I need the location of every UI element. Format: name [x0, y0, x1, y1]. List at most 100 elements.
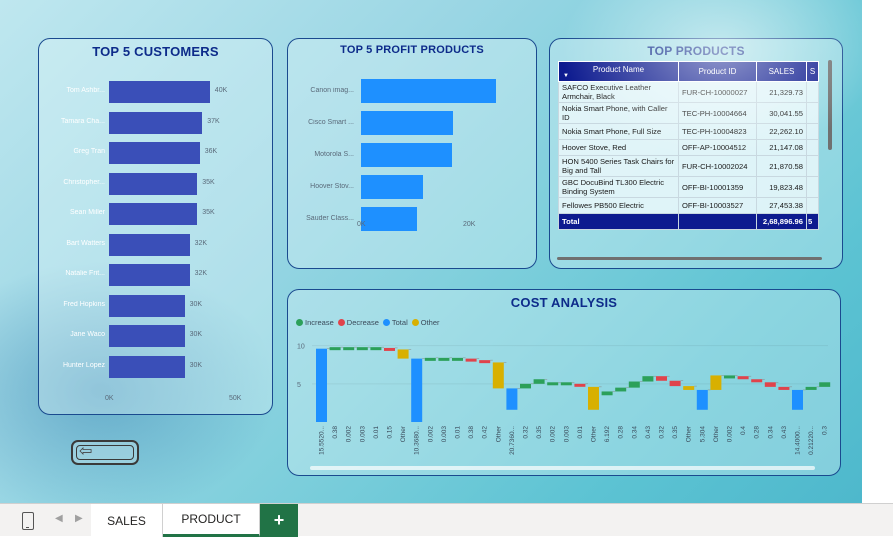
waterfall-bar[interactable]	[411, 358, 423, 422]
x-tick-label: 0.28	[754, 426, 761, 439]
col-header-sales[interactable]: SALES	[756, 61, 807, 82]
waterfall-bar[interactable]	[792, 389, 803, 410]
tab-sales[interactable]: SALES	[91, 504, 163, 537]
x-tick-label: 0.38	[332, 426, 339, 439]
waterfall-bar[interactable]	[424, 357, 436, 361]
back-button[interactable]: ⇦	[71, 440, 139, 465]
x-tick-label: 0.4	[740, 426, 747, 435]
x-tick-label: 0.35	[536, 426, 543, 439]
customer-bar[interactable]	[109, 203, 198, 225]
mobile-layout-icon[interactable]	[22, 512, 34, 530]
waterfall-bar[interactable]	[710, 375, 722, 390]
waterfall-bar[interactable]	[356, 347, 368, 351]
waterfall-bar[interactable]	[588, 386, 599, 410]
sales-cell: 19,823.48	[756, 176, 807, 198]
table-row[interactable]: Fellowes PB500 Electric OFF-BI-10003527 27…	[558, 197, 819, 214]
profit-bar[interactable]	[361, 143, 452, 167]
table-total-row: Total 2,68,896.96 5	[558, 213, 819, 230]
waterfall-bar[interactable]	[547, 382, 559, 386]
customer-bar[interactable]	[109, 81, 210, 103]
waterfall-bar[interactable]	[778, 386, 790, 390]
customer-bar[interactable]	[109, 325, 185, 347]
waterfall-bar[interactable]	[751, 379, 763, 383]
customer-bar[interactable]	[109, 142, 200, 164]
next-page-icon[interactable]: ▶	[75, 513, 83, 524]
tab-product[interactable]: PRODUCT	[163, 504, 260, 537]
table-vertical-scrollbar[interactable]	[828, 60, 832, 150]
waterfall-bar[interactable]	[452, 357, 463, 361]
customer-bar[interactable]	[109, 111, 203, 134]
profit-bar[interactable]	[361, 207, 418, 231]
col-header-extra[interactable]: S	[806, 61, 819, 82]
product-name-cell: GBC DocuBind TL300 Electric Binding Syst…	[558, 176, 679, 198]
customer-bar[interactable]	[109, 264, 190, 286]
waterfall-bar[interactable]	[438, 357, 450, 361]
waterfall-bar[interactable]	[492, 362, 504, 389]
product-id-cell: OFF-BI-10001359	[678, 176, 757, 198]
table-header-row: Product Name ▼ Product ID SALES S	[558, 61, 819, 82]
page-tab-bar: ◀ ▶ SALES PRODUCT +	[0, 503, 893, 537]
customer-value-label: 35K	[202, 178, 215, 186]
x-tick-label: 0.21220...	[808, 426, 815, 455]
waterfall-bar[interactable]	[669, 380, 681, 387]
report-canvas: TOP 5 CUSTOMERS Tom Ashbr... 40K Tamara Ch…	[0, 0, 862, 503]
extra-cell	[806, 81, 819, 103]
sales-cell: 21,870.58	[756, 155, 807, 177]
waterfall-bar[interactable]	[316, 348, 327, 422]
customer-name: Tamara Cha...	[61, 117, 105, 125]
profit-bar[interactable]	[361, 111, 454, 135]
col-header-product-id[interactable]: Product ID	[678, 61, 757, 82]
top-profit-title: TOP 5 PROFIT PRODUCTS	[340, 44, 484, 56]
table-row[interactable]: Hoover Stove, Red OFF-AP-10004512 21,147.0…	[558, 139, 819, 156]
waterfall-bar[interactable]	[384, 347, 395, 351]
waterfall-bar[interactable]	[642, 376, 654, 382]
customer-bar[interactable]	[109, 355, 185, 378]
waterfall-bar[interactable]	[370, 347, 382, 351]
total-extra: 5	[806, 213, 819, 230]
table-row[interactable]: Nokia Smart Phone, with Caller ID TEC-PH-…	[558, 102, 819, 124]
waterfall-bar[interactable]	[819, 382, 831, 387]
customer-bar[interactable]	[109, 233, 190, 256]
prev-page-icon[interactable]: ◀	[55, 513, 63, 524]
waterfall-bar[interactable]	[601, 391, 613, 396]
waterfall-bar[interactable]	[656, 376, 667, 381]
waterfall-bar[interactable]	[533, 379, 545, 384]
table-row[interactable]: SAFCO Executive Leather Armchair, Black F…	[558, 81, 819, 103]
waterfall-bar[interactable]	[696, 389, 708, 410]
waterfall-bar[interactable]	[805, 386, 817, 390]
add-page-button[interactable]: +	[260, 504, 298, 537]
waterfall-bar[interactable]	[329, 347, 341, 351]
profit-bar[interactable]	[361, 175, 424, 199]
waterfall-bar[interactable]	[397, 349, 409, 359]
customer-bar[interactable]	[109, 294, 185, 317]
table-horizontal-scrollbar[interactable]	[557, 257, 822, 260]
table-row[interactable]: Nokia Smart Phone, Full Size TEC-PH-10004…	[558, 123, 819, 140]
x-tick-label: 0.01	[373, 426, 380, 439]
waterfall-bar[interactable]	[764, 382, 776, 387]
customer-name: Hunter Lopez	[62, 361, 105, 369]
profit-bar[interactable]	[361, 79, 496, 103]
waterfall-bar[interactable]	[574, 383, 586, 387]
table-row[interactable]: HON 5400 Series Task Chairs for Big and …	[558, 155, 819, 177]
x-tick-label: 0.15	[387, 426, 394, 439]
table-row[interactable]: GBC DocuBind TL300 Electric Binding Syst…	[558, 176, 819, 198]
waterfall-bar[interactable]	[683, 386, 695, 390]
waterfall-bar[interactable]	[628, 381, 640, 388]
waterfall-bar[interactable]	[343, 347, 355, 351]
waterfall-bar[interactable]	[506, 388, 518, 410]
waterfall-bar[interactable]	[724, 375, 735, 379]
product-id-cell: TEC-PH-10004664	[678, 102, 757, 124]
x-tick-label: 0.43	[645, 426, 652, 439]
customer-value-label: 30K	[189, 331, 203, 338]
col-header-product-name[interactable]: Product Name ▼	[558, 61, 679, 82]
waterfall-bar[interactable]	[520, 383, 531, 389]
waterfall-bar[interactable]	[465, 358, 477, 362]
waterfall-bar[interactable]	[737, 376, 749, 380]
waterfall-bar[interactable]	[479, 360, 491, 364]
customer-bar[interactable]	[109, 172, 198, 195]
x-tick-label: 0.003	[563, 426, 570, 443]
customer-value-label: 36K	[204, 148, 218, 155]
waterfall-bar[interactable]	[560, 382, 572, 386]
chart-scrollbar[interactable]	[310, 466, 815, 470]
waterfall-bar[interactable]	[615, 387, 627, 392]
